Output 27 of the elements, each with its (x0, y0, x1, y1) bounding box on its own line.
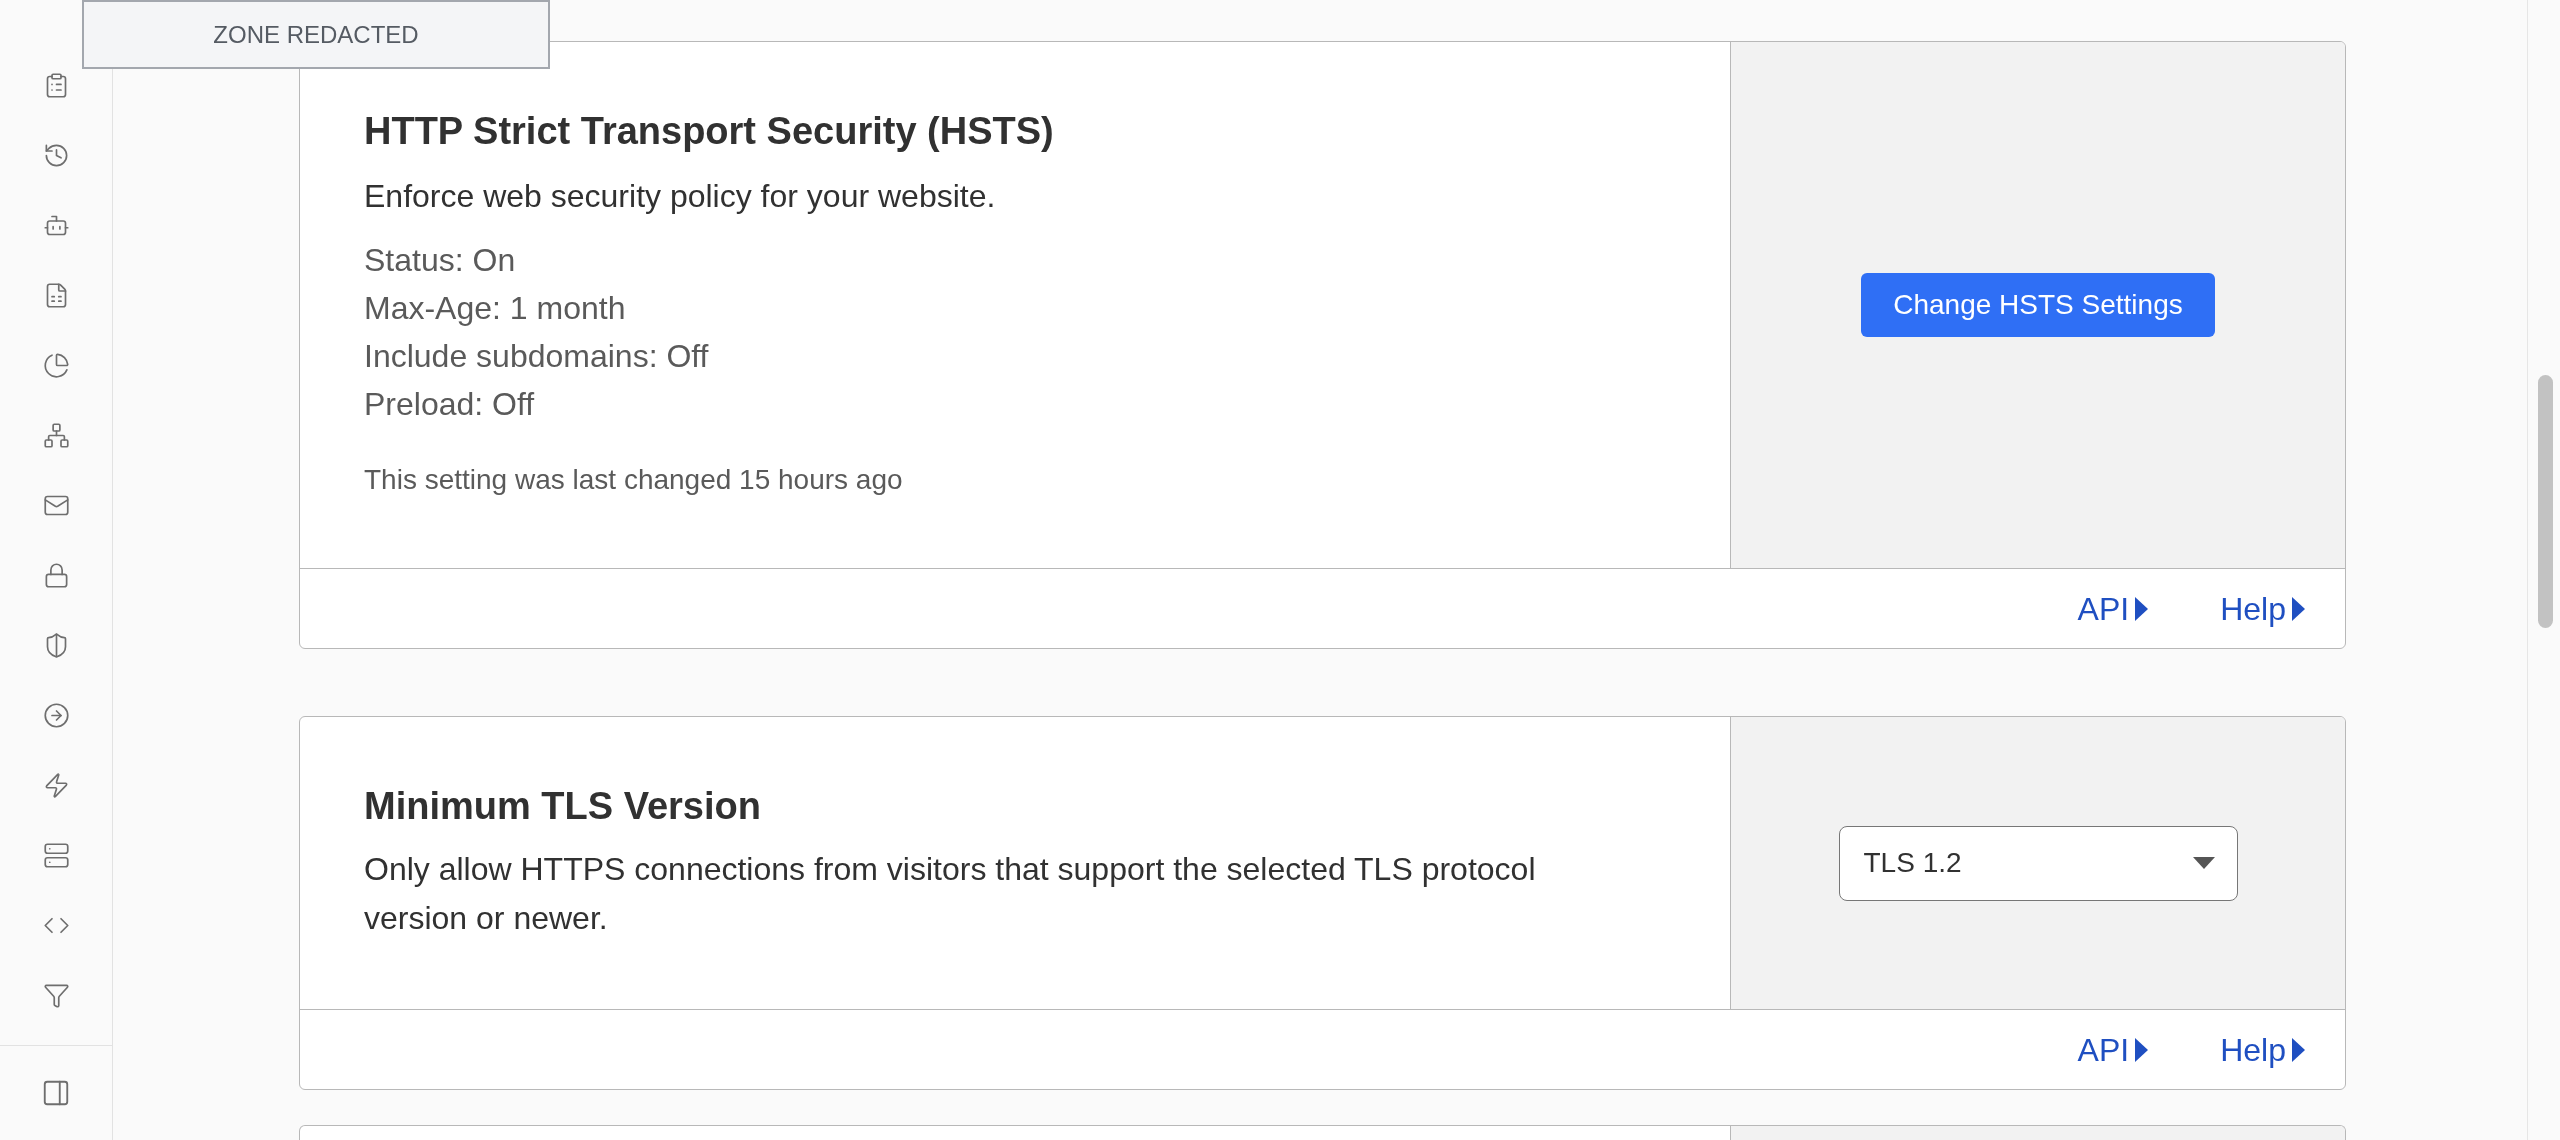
panel-toggle-icon[interactable] (41, 1078, 71, 1108)
network-icon[interactable] (42, 421, 70, 449)
setting-detail: Preload: Off (364, 385, 535, 424)
dropdown-caret-icon (2192, 857, 2215, 869)
api-link[interactable]: API (2077, 1025, 2149, 1074)
zone-label: ZONE REDACTED (82, 0, 550, 69)
caret-right-icon (2135, 1037, 2149, 1062)
api-link[interactable]: API (2077, 584, 2149, 633)
arrow-circle-icon[interactable] (42, 701, 70, 729)
help-link[interactable]: Help (2220, 1025, 2305, 1074)
tls-version-select[interactable]: TLS 1.2 (1838, 825, 2238, 901)
last-changed-note: This setting was last changed 15 hours ago (364, 463, 904, 497)
card-description: Only allow HTTPS connections from visitors that support the selected TLS protocol version or newer. (364, 850, 1537, 938)
caret-right-icon (2292, 596, 2305, 621)
pie-chart-icon[interactable] (42, 351, 70, 379)
card-title: HTTP Strict Transport Security (HSTS) (364, 109, 1055, 154)
caret-right-icon (2135, 596, 2149, 621)
card-title: Minimum TLS Version (364, 784, 762, 829)
setting-detail: Include subdomains: Off (364, 337, 709, 376)
setting-detail: Status: On (364, 241, 516, 280)
caret-right-icon (2292, 1037, 2305, 1062)
help-link[interactable]: Help (2220, 584, 2305, 633)
card-description: Enforce web security policy for your website. (364, 177, 997, 216)
setting-detail: Max-Age: 1 month (364, 289, 626, 328)
scrollbar-thumb[interactable] (2538, 375, 2553, 628)
server-icon[interactable] (42, 841, 70, 869)
change-settings-button[interactable]: Change HSTS Settings (1861, 273, 2215, 337)
